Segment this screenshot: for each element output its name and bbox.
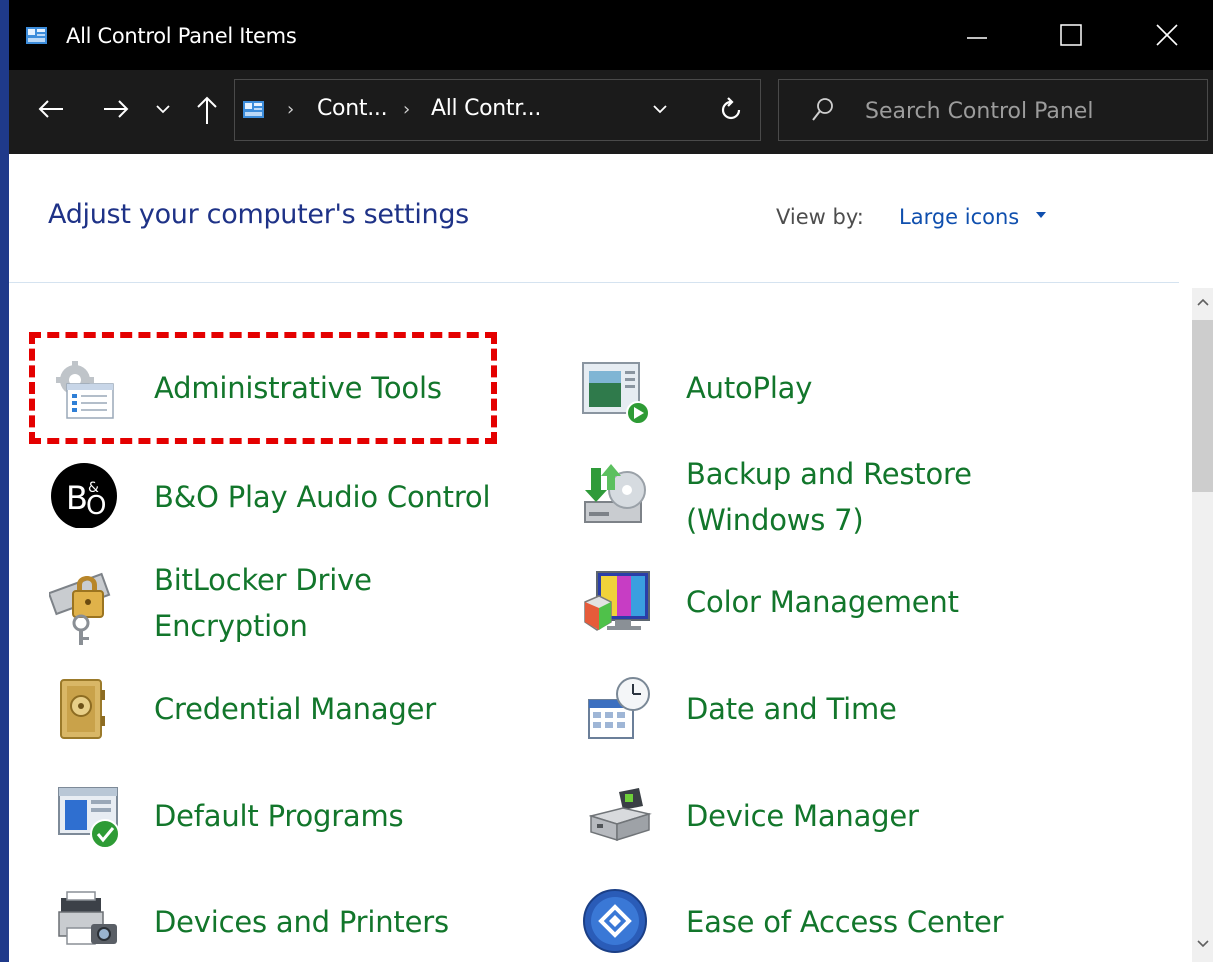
back-arrow-icon[interactable]	[37, 95, 65, 123]
bo-play-icon: B & O	[51, 463, 117, 528]
backup-restore-icon	[584, 464, 646, 523]
svg-text:B: B	[66, 479, 88, 517]
address-dropdown-icon[interactable]	[651, 102, 669, 116]
view-by-label: View by:	[776, 205, 864, 229]
item-label: AutoPlay	[686, 371, 813, 405]
view-by-dropdown[interactable]: Large icons	[899, 205, 1019, 229]
item-label: Device Manager	[686, 799, 919, 833]
ease-of-access-icon	[583, 889, 647, 953]
item-label: Administrative Tools	[154, 371, 442, 405]
item-bitlocker-drive-encryption[interactable]: BitLocker Drive Encryption	[49, 557, 549, 653]
control-panel-window: All Control Panel Items › Cont... › All …	[9, 0, 1213, 962]
credential-manager-icon	[60, 679, 105, 739]
item-device-manager[interactable]: Device Manager	[579, 778, 1079, 852]
window-title: All Control Panel Items	[66, 24, 297, 48]
item-label: Credential Manager	[154, 692, 436, 726]
svg-text:O: O	[86, 491, 106, 521]
item-backup-and-restore[interactable]: Backup and Restore (Windows 7)	[579, 450, 1079, 546]
item-label-line2: Encryption	[154, 609, 308, 643]
maximize-icon	[1060, 24, 1082, 46]
minimize-button[interactable]	[933, 0, 1023, 70]
item-label: Ease of Access Center	[686, 905, 1004, 939]
item-devices-and-printers[interactable]: Devices and Printers	[49, 884, 549, 958]
item-label: Devices and Printers	[154, 905, 449, 939]
scroll-up-icon[interactable]	[1197, 298, 1209, 306]
item-administrative-tools[interactable]: Administrative Tools	[49, 355, 489, 425]
breadcrumb-all-items[interactable]: All Contr...	[431, 96, 541, 121]
caret-down-icon[interactable]	[1035, 211, 1047, 219]
header-divider	[9, 282, 1179, 283]
forward-arrow-icon[interactable]	[102, 95, 130, 123]
item-label: B&O Play Audio Control	[154, 480, 491, 514]
devices-printers-icon	[58, 891, 117, 945]
search-box[interactable]	[778, 79, 1208, 141]
admin-tools-icon	[56, 361, 114, 419]
item-date-and-time[interactable]: Date and Time	[579, 672, 1079, 746]
address-bar[interactable]: › Cont... › All Contr...	[234, 79, 761, 141]
item-credential-manager[interactable]: Credential Manager	[49, 672, 549, 746]
item-label: BitLocker Drive	[154, 563, 372, 597]
close-button[interactable]	[1123, 0, 1213, 70]
scrollbar-thumb[interactable]	[1192, 320, 1213, 492]
item-color-management[interactable]: Color Management	[579, 565, 1079, 645]
up-arrow-icon[interactable]	[195, 95, 219, 125]
breadcrumb-control-panel[interactable]: Cont...	[317, 96, 388, 121]
item-label: Color Management	[686, 585, 959, 619]
recent-locations-chevron-icon[interactable]	[155, 102, 171, 116]
bitlocker-icon	[49, 572, 111, 645]
item-label: Backup and Restore	[686, 457, 972, 491]
vertical-scrollbar[interactable]	[1192, 288, 1213, 962]
close-icon	[1156, 24, 1178, 46]
control-panel-icon	[26, 27, 47, 44]
breadcrumb-separator-icon: ›	[287, 99, 295, 120]
item-default-programs[interactable]: Default Programs	[49, 778, 549, 852]
default-programs-icon	[58, 787, 120, 849]
autoplay-icon	[582, 362, 650, 425]
title-bar: All Control Panel Items	[9, 0, 1213, 70]
item-autoplay[interactable]: AutoPlay	[579, 355, 1079, 425]
navigation-bar: › Cont... › All Contr...	[9, 70, 1213, 154]
page-title: Adjust your computer's settings	[48, 199, 469, 230]
refresh-icon[interactable]	[719, 97, 743, 123]
color-management-icon	[584, 571, 650, 631]
search-input[interactable]	[863, 93, 1187, 129]
maximize-button[interactable]	[1027, 0, 1117, 70]
item-label-line2: (Windows 7)	[686, 503, 864, 537]
scroll-down-icon[interactable]	[1197, 940, 1209, 948]
control-panel-icon	[243, 101, 264, 118]
date-time-icon	[588, 677, 650, 739]
device-manager-icon	[589, 788, 652, 842]
item-ease-of-access-center[interactable]: Ease of Access Center	[579, 884, 1079, 958]
minimize-icon	[967, 37, 987, 39]
item-bo-play-audio-control[interactable]: B & O B&O Play Audio Control	[49, 460, 549, 530]
item-label: Default Programs	[154, 799, 404, 833]
search-icon	[812, 98, 833, 121]
item-label: Date and Time	[686, 692, 897, 726]
breadcrumb-separator-icon: ›	[403, 99, 411, 120]
